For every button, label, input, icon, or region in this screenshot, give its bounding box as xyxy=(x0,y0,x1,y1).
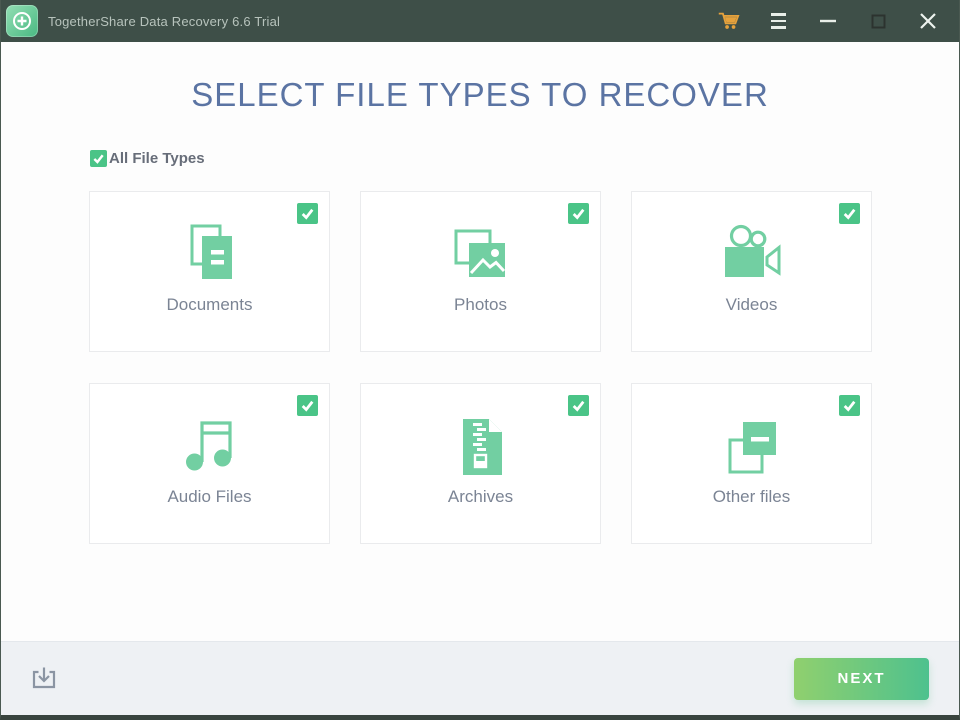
archives-checkbox[interactable] xyxy=(568,395,589,416)
app-logo-icon xyxy=(6,5,38,37)
shopping-cart-icon[interactable] xyxy=(711,6,745,36)
other-files-checkbox[interactable] xyxy=(839,395,860,416)
title-bar: TogetherShare Data Recovery 6.6 Trial xyxy=(1,0,959,42)
all-file-types-label: All File Types xyxy=(109,150,205,167)
download-icon[interactable] xyxy=(28,663,60,695)
all-file-types-checkbox[interactable] xyxy=(90,150,107,167)
audio-files-checkbox[interactable] xyxy=(297,395,318,416)
card-audio-files[interactable]: Audio Files xyxy=(89,383,330,544)
file-type-grid: Documents Photos Videos Audio Files Arch… xyxy=(89,191,872,544)
card-label: Videos xyxy=(725,295,778,314)
card-label: Photos xyxy=(454,295,507,314)
card-photos[interactable]: Photos xyxy=(360,191,601,352)
page-title: SELECT FILE TYPES TO RECOVER xyxy=(191,76,769,113)
next-button[interactable]: NEXT xyxy=(794,657,929,700)
card-label: Archives xyxy=(447,487,514,506)
documents-icon xyxy=(179,222,241,288)
footer-bar: NEXT xyxy=(1,641,959,715)
card-other-files[interactable]: Other files xyxy=(631,383,872,544)
card-label: Documents xyxy=(166,295,253,314)
menu-icon[interactable] xyxy=(761,6,795,36)
app-window: TogetherShare Data Recovery 6.6 Trial SE… xyxy=(0,0,960,720)
window-title: TogetherShare Data Recovery 6.6 Trial xyxy=(48,13,281,29)
minimize-button[interactable] xyxy=(811,6,845,36)
photos-icon xyxy=(450,222,512,288)
card-documents[interactable]: Documents xyxy=(89,191,330,352)
photos-checkbox[interactable] xyxy=(568,203,589,224)
card-videos[interactable]: Videos xyxy=(631,191,872,352)
archives-icon xyxy=(450,414,512,480)
videos-checkbox[interactable] xyxy=(839,203,860,224)
card-label: Other files xyxy=(712,487,791,506)
videos-icon xyxy=(720,222,784,288)
main-content: SELECT FILE TYPES TO RECOVER All File Ty… xyxy=(1,42,959,641)
card-label: Audio Files xyxy=(167,487,252,506)
documents-checkbox[interactable] xyxy=(297,203,318,224)
audio-files-icon xyxy=(179,414,241,480)
maximize-button[interactable] xyxy=(861,6,895,36)
all-file-types-checkbox-row[interactable]: All File Types xyxy=(90,150,959,167)
card-archives[interactable]: Archives xyxy=(360,383,601,544)
other-files-icon xyxy=(721,414,783,480)
close-button[interactable] xyxy=(911,6,945,36)
